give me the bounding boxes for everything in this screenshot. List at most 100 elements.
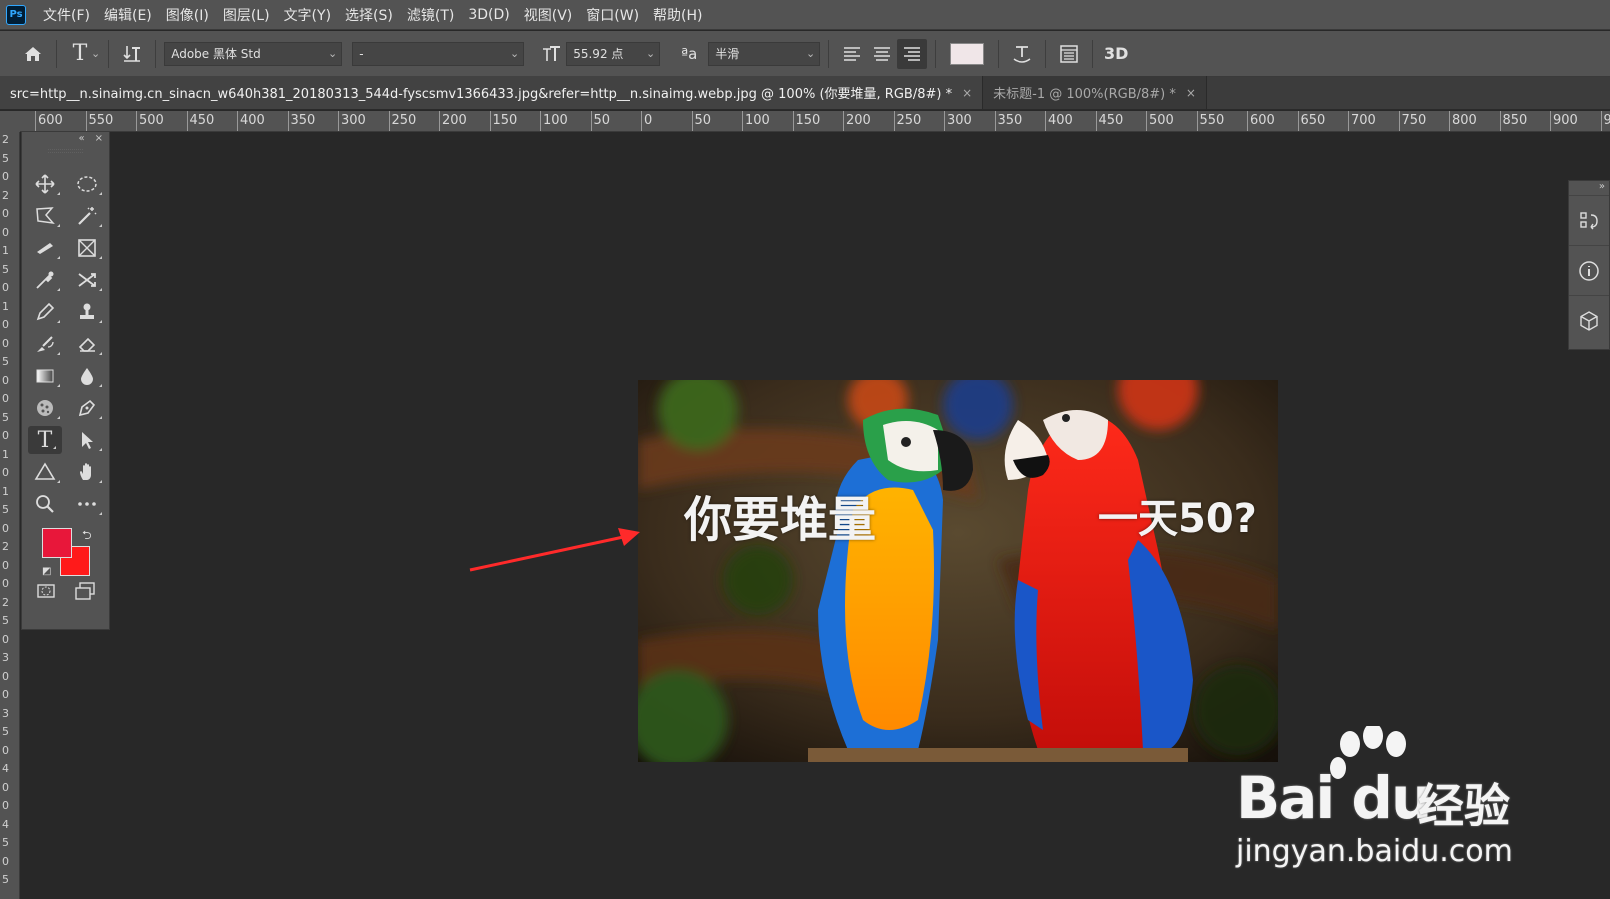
foreground-color-swatch[interactable]	[42, 528, 72, 558]
frame-tool-icon[interactable]	[66, 232, 108, 264]
ruler-vertical[interactable]: 2 5 0 2 0 0 1 5 0 1 0 0 5 0 0 5 0 1 0 1 5 0 2 0 0 2 5 0 3 0 0 3 5 0 4 0 0 4 5 0…	[0, 132, 20, 899]
ruler-tick-label: 5	[2, 355, 9, 368]
ruler-tick-label: 650	[1297, 111, 1325, 131]
pen-tool-icon[interactable]	[66, 392, 108, 424]
ruler-tick-label: 0	[2, 207, 9, 220]
antialias-select[interactable]: 半滑 ⌄	[708, 41, 821, 66]
ruler-tick-label: 5	[2, 410, 9, 424]
sponge-icon[interactable]	[24, 392, 66, 424]
align-left-icon[interactable]	[837, 39, 867, 69]
clone-stamp-icon[interactable]	[66, 296, 108, 328]
screen-mode-icon[interactable]	[74, 580, 96, 602]
canvas-text-right[interactable]: 一天50?	[1098, 486, 1257, 544]
zoom-icon[interactable]	[24, 488, 66, 520]
tab-label: 未标题-1 @ 100%(RGB/8#) *	[993, 87, 1176, 102]
info-icon[interactable]	[1569, 245, 1609, 295]
elliptical-marquee-icon[interactable]	[66, 168, 108, 200]
move-tool-icon[interactable]	[24, 168, 66, 200]
toolbox-bottom	[22, 580, 109, 602]
pencil-icon[interactable]	[24, 296, 66, 328]
hand-tool-icon[interactable]	[66, 456, 108, 488]
menu-3d[interactable]: 3D(D)	[461, 7, 516, 23]
menu-bar: Ps 文件(F) 编辑(E) 图像(I) 图层(L) 文字(Y) 选择(S) 滤…	[0, 0, 1610, 30]
document-tabs: src=http__n.sinaimg.cn_sinacn_w640h381_2…	[0, 76, 1610, 110]
ruler-horizontal[interactable]: 600 550 500 450 400 350 300 250 200 150 100 50 0 50 10…	[20, 111, 1610, 132]
default-colors-icon[interactable]: ◩	[42, 566, 51, 577]
font-style-select[interactable]: - ⌄	[352, 41, 525, 66]
font-size-select[interactable]: 55.92 点 ⌄	[566, 41, 661, 66]
ruler-tick-label: 250	[893, 111, 921, 131]
ruler-tick-label: 250	[388, 111, 416, 131]
divider	[828, 39, 830, 68]
options-bar: T ⌄ Adobe 黑体 Std ⌄ - ⌄ 55.92 点 ⌄ ªa 半滑 ⌄	[0, 31, 1610, 77]
chevron-down-icon[interactable]: ⌄	[91, 47, 100, 60]
gradient-icon[interactable]	[24, 360, 66, 392]
shape-triangle-icon[interactable]	[24, 456, 66, 488]
tab-label: src=http__n.sinaimg.cn_sinacn_w640h381_2…	[10, 87, 953, 102]
tab-document-1[interactable]: src=http__n.sinaimg.cn_sinacn_w640h381_2…	[0, 76, 984, 109]
close-icon[interactable]: ×	[962, 86, 972, 100]
quick-mask-icon[interactable]	[35, 580, 57, 602]
ruler-tick-label: 2	[2, 188, 9, 202]
expand-panels-icon[interactable]: »	[1569, 181, 1609, 195]
ruler-tick-label: 2	[2, 595, 9, 609]
ruler-tick-label: 200	[439, 111, 467, 131]
ruler-tick-label: 0	[2, 521, 9, 535]
menu-edit[interactable]: 编辑(E)	[97, 5, 159, 25]
menu-file[interactable]: 文件(F)	[36, 5, 97, 25]
align-center-icon[interactable]	[867, 39, 897, 69]
swap-colors-icon[interactable]: ⮌	[82, 526, 92, 547]
ruler-tick-label: 400	[237, 111, 265, 131]
toggle-text-orientation-icon[interactable]	[117, 39, 147, 69]
menu-view[interactable]: 视图(V)	[517, 5, 580, 25]
divider	[108, 39, 110, 68]
type-tool-icon[interactable]: T	[28, 426, 62, 454]
magic-wand-icon[interactable]	[66, 200, 108, 232]
ruler-tick-label: 700	[1348, 111, 1376, 131]
tab-document-2[interactable]: 未标题-1 @ 100%(RGB/8#) * ×	[983, 76, 1207, 109]
align-right-icon[interactable]	[897, 38, 928, 69]
eraser-icon[interactable]	[66, 328, 108, 360]
ruler-tick-label: 50	[691, 111, 711, 131]
ruler-tick-label: 0	[2, 373, 9, 387]
ruler-tick-label: 200	[843, 111, 871, 131]
close-icon[interactable]: ×	[95, 132, 103, 146]
blur-drop-icon[interactable]	[66, 360, 108, 392]
document-canvas-image[interactable]: 你要堆量 一天50?	[638, 380, 1278, 762]
menu-help[interactable]: 帮助(H)	[646, 5, 709, 25]
divider	[155, 39, 157, 68]
ruler-tick-label: 5	[2, 836, 9, 849]
3d-button[interactable]: 3D	[1101, 39, 1131, 69]
font-family-select[interactable]: Adobe 黑体 Std ⌄	[164, 41, 343, 66]
menu-type[interactable]: 文字(Y)	[277, 5, 338, 25]
watermark-brand: Bai du	[1236, 764, 1432, 832]
menu-filter[interactable]: 滤镜(T)	[400, 5, 461, 25]
crop-slice-icon[interactable]	[24, 232, 66, 264]
content-aware-move-icon[interactable]	[66, 264, 108, 296]
ruler-tick-label: 2	[2, 133, 9, 146]
home-icon[interactable]	[18, 39, 48, 69]
menu-image[interactable]: 图像(I)	[159, 5, 216, 25]
divider	[935, 39, 937, 68]
learn-panel-icon[interactable]	[1569, 195, 1609, 245]
canvas-text-left[interactable]: 你要堆量	[684, 480, 876, 550]
history-brush-icon[interactable]	[24, 328, 66, 360]
parrots-photo	[638, 380, 1278, 762]
eyedropper-icon[interactable]	[24, 264, 66, 296]
toolbox-grip[interactable]	[48, 149, 83, 153]
menu-select[interactable]: 选择(S)	[338, 5, 400, 25]
collapse-icon[interactable]: «	[78, 132, 84, 146]
text-color-swatch[interactable]	[950, 42, 985, 65]
antialias-icon: ªa	[681, 44, 698, 63]
close-icon[interactable]: ×	[1186, 86, 1196, 100]
warp-text-icon[interactable]	[1007, 39, 1037, 69]
color-swatches: ⮌ ◩	[22, 520, 109, 580]
menu-layer[interactable]: 图层(L)	[216, 5, 277, 25]
ruler-tick-label: 500	[1146, 111, 1174, 131]
polygonal-lasso-icon[interactable]	[24, 200, 66, 232]
3d-cube-icon[interactable]	[1569, 295, 1609, 345]
character-panel-icon[interactable]	[1054, 39, 1084, 69]
path-selection-icon[interactable]	[66, 424, 108, 456]
more-tools-icon[interactable]	[66, 488, 108, 520]
menu-window[interactable]: 窗口(W)	[579, 5, 646, 25]
